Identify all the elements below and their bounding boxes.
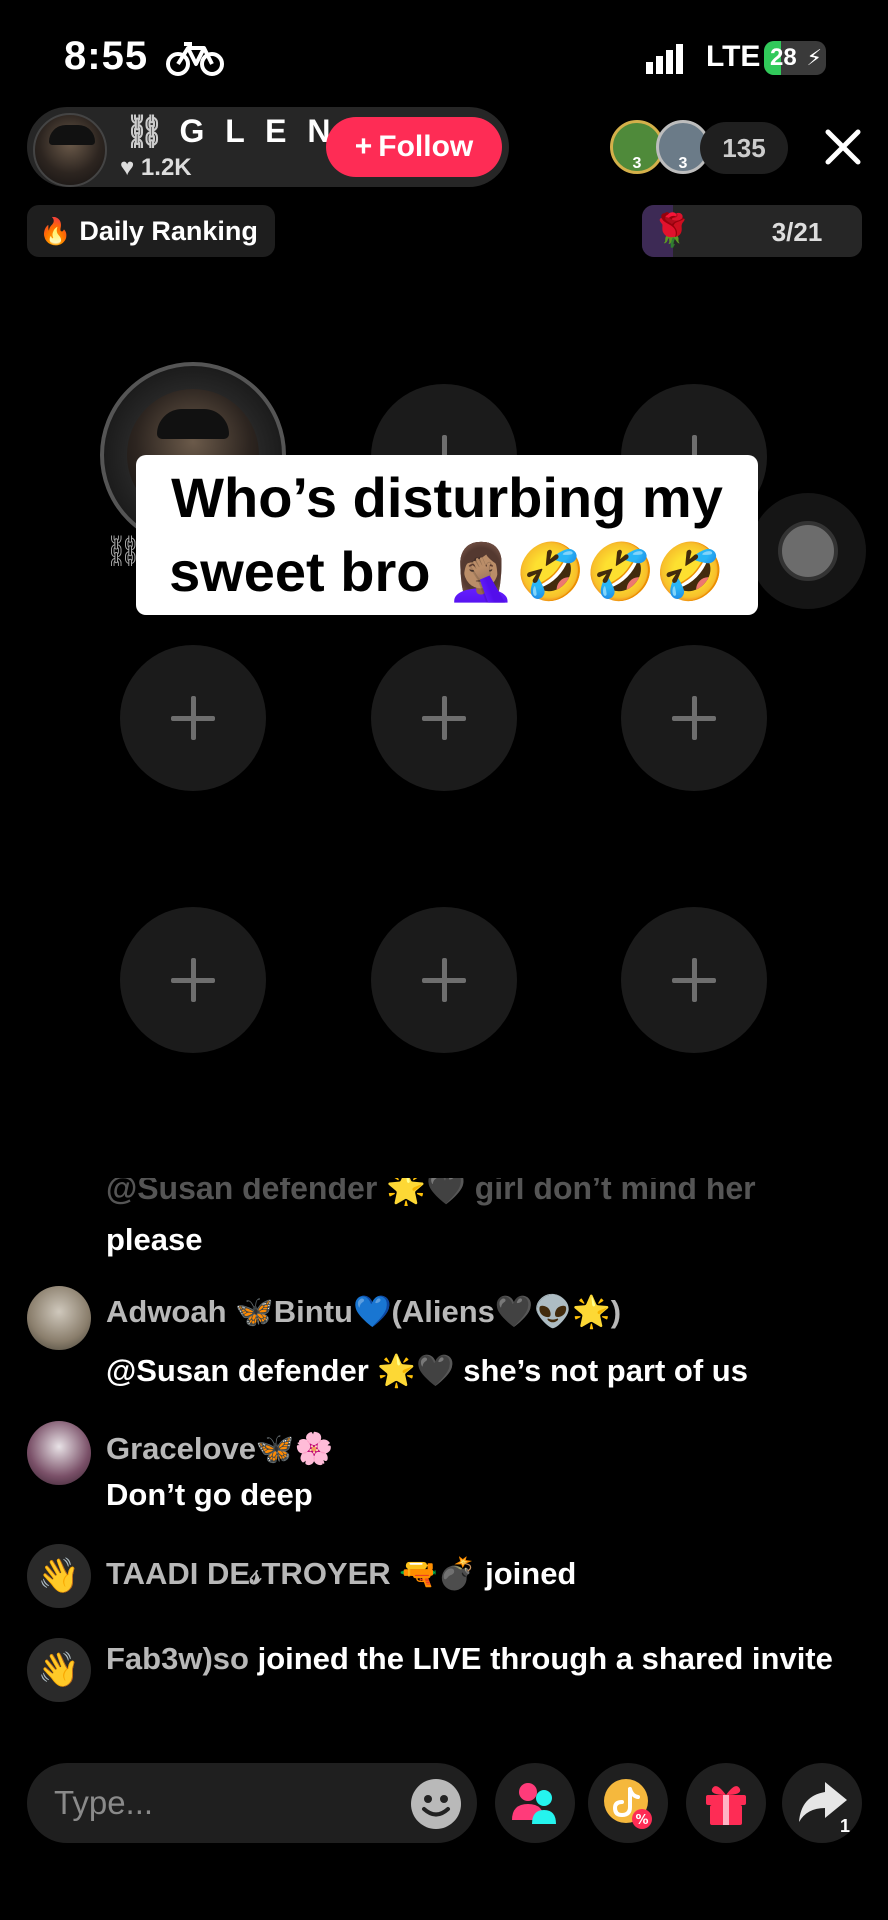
joined-user-name[interactable]: TAADI DE𝓈TROYER 🔫💣 xyxy=(106,1556,476,1591)
rose-icon: 🌹 xyxy=(652,212,692,248)
daily-ranking-label: Daily Ranking xyxy=(79,215,258,246)
emoji-icon[interactable] xyxy=(410,1778,462,1830)
comment-input[interactable] xyxy=(54,1781,394,1825)
svg-text:%: % xyxy=(635,1813,648,1828)
guest-request-button[interactable] xyxy=(495,1763,575,1843)
gift-icon xyxy=(706,1786,746,1825)
join-message: Fab3w)so joined the LIVE through a share… xyxy=(106,1641,833,1676)
battery-percent: 28 xyxy=(770,44,797,71)
empty-seat[interactable] xyxy=(371,907,517,1053)
host-likes: ♥ 1.2K xyxy=(120,154,192,181)
joined-user-name[interactable]: Fab3w)so xyxy=(106,1641,249,1676)
comment-continuation: please xyxy=(106,1222,203,1257)
plus-icon xyxy=(422,958,466,1002)
empty-seat[interactable] xyxy=(371,645,517,791)
chain-icon: ⛓ xyxy=(124,113,165,149)
empty-seat[interactable] xyxy=(120,645,266,791)
share-count: 1 xyxy=(839,1816,850,1836)
wave-hand-icon: 👋 xyxy=(27,1638,91,1702)
charging-icon: ⚡ xyxy=(806,45,822,70)
follow-button[interactable]: + Follow xyxy=(326,117,502,177)
host-avatar[interactable] xyxy=(33,113,107,187)
comment-text: @Susan defender 🌟🖤 she’s not part of us xyxy=(106,1353,748,1388)
commenter-name[interactable]: Adwoah 🦋Bintu💙(Aliens🖤👽🌟) xyxy=(106,1293,621,1330)
video-caption: Who’s disturbing my sweet bro 🤦🏽‍♀️🤣🤣🤣 xyxy=(136,455,758,615)
plus-icon xyxy=(672,958,716,1002)
network-type: LTE xyxy=(706,40,761,73)
empty-seat[interactable] xyxy=(621,907,767,1053)
join-message: TAADI DE𝓈TROYER 🔫💣 joined xyxy=(106,1556,577,1591)
status-time: 8:55 xyxy=(64,34,149,78)
bicycle-icon xyxy=(166,42,224,76)
faded-comment: @Susan defender 🌟🖤 girl don’t mind her xyxy=(106,1178,756,1206)
gift-goal-pill[interactable]: 🌹 3/21 xyxy=(642,205,862,257)
record-button[interactable] xyxy=(750,493,866,609)
caption-line-2: sweet bro 🤦🏽‍♀️🤣🤣🤣 xyxy=(169,540,725,603)
plus-icon xyxy=(171,958,215,1002)
tiktok-coin-icon: % xyxy=(604,1779,652,1829)
plus-icon xyxy=(672,696,716,740)
daily-ranking-button[interactable]: 🔥 Daily Ranking xyxy=(27,205,275,257)
plus-icon xyxy=(422,696,466,740)
share-button[interactable]: 1 xyxy=(782,1763,862,1843)
close-icon[interactable] xyxy=(818,122,868,172)
commenter-avatar[interactable] xyxy=(27,1421,91,1485)
viewer-count[interactable]: 135 xyxy=(700,122,788,174)
add-guest-icon xyxy=(512,1783,556,1824)
empty-seat[interactable] xyxy=(120,907,266,1053)
goal-count: 3/21 xyxy=(771,217,823,247)
wave-hand-icon: 👋 xyxy=(27,1544,91,1608)
empty-seat[interactable] xyxy=(621,645,767,791)
commenter-avatar[interactable] xyxy=(27,1286,91,1350)
status-bar: 8:55 LTE 28 ⚡ xyxy=(0,0,888,110)
caption-line-1: Who’s disturbing my xyxy=(171,466,723,529)
coin-promo-button[interactable]: % xyxy=(588,1763,668,1843)
fire-icon: 🔥 xyxy=(39,215,72,246)
battery-icon: 28 ⚡ xyxy=(764,41,826,75)
plus-icon xyxy=(171,696,215,740)
comment-text: Don’t go deep xyxy=(106,1477,313,1512)
commenter-name[interactable]: Gracelove🦋🌸 xyxy=(106,1430,333,1467)
gift-button[interactable] xyxy=(686,1763,766,1843)
signal-icon xyxy=(646,44,683,74)
heart-icon: ♥ xyxy=(120,154,135,181)
